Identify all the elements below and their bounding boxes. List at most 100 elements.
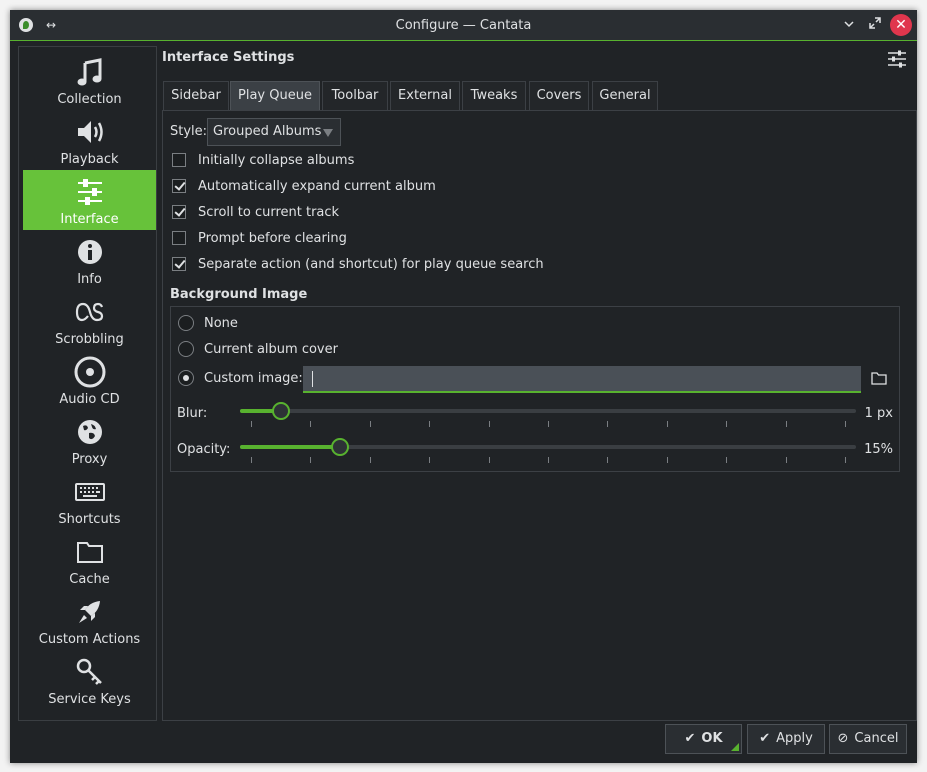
blur-label: Blur: — [177, 406, 208, 421]
folder-icon — [76, 542, 103, 563]
window-title: Configure — Cantata — [395, 18, 532, 33]
blur-value: 1 px — [864, 406, 893, 421]
check-icon: ✔ — [684, 731, 696, 746]
ok-button[interactable]: ✔ OK — [665, 724, 742, 754]
page-title: Interface Settings — [162, 50, 295, 65]
background-image-heading: Background Image — [170, 287, 308, 302]
radio-button[interactable] — [178, 315, 194, 331]
sidebar-item-label: Info — [77, 272, 102, 287]
slider-tick — [548, 457, 549, 463]
cd-icon — [74, 356, 105, 388]
chevron-down-icon — [844, 21, 854, 28]
close-button[interactable]: ✕ — [890, 14, 912, 36]
tab-covers[interactable]: Covers — [529, 81, 589, 110]
default-indicator — [731, 743, 739, 751]
opacity-slider-ticks — [251, 457, 846, 463]
radio-button[interactable] — [178, 341, 194, 357]
blur-slider-ticks — [251, 421, 846, 427]
opacity-label: Opacity: — [177, 442, 231, 457]
blur-slider-handle[interactable] — [272, 402, 290, 420]
sidebar-item-audio-cd[interactable]: Audio CD — [23, 350, 156, 410]
sidebar-item-cache[interactable]: Cache — [23, 530, 156, 590]
sidebar-item-custom-actions[interactable]: Custom Actions — [23, 590, 156, 650]
tab-general[interactable]: General — [592, 81, 658, 110]
slider-tick — [726, 457, 727, 463]
slider-tick — [667, 457, 668, 463]
sidebar-item-shortcuts[interactable]: Shortcuts — [23, 470, 156, 530]
slider-tick — [310, 421, 311, 427]
category-sidebar: Collection Playback Interface Info Scrob… — [18, 46, 157, 721]
maximize-icon — [869, 17, 881, 29]
checkbox[interactable] — [172, 257, 186, 271]
dropdown-arrow-icon — [323, 129, 333, 137]
sidebar-item-label: Proxy — [71, 452, 108, 467]
slider-tick — [845, 457, 846, 463]
globe-icon — [77, 420, 102, 444]
slider-tick — [548, 421, 549, 427]
tab-external[interactable]: External — [390, 81, 460, 110]
checkbox[interactable] — [172, 153, 186, 167]
check-icon: ✔ — [759, 731, 771, 746]
slider-tick — [489, 457, 490, 463]
sidebar-item-label: Scrobbling — [55, 332, 124, 347]
sidebar-item-label: Custom Actions — [38, 632, 141, 647]
slider-tick — [251, 421, 252, 427]
sidebar-item-label: Collection — [57, 92, 122, 107]
keyboard-icon — [74, 483, 105, 501]
blur-slider[interactable] — [240, 402, 856, 420]
slider-tick — [251, 457, 252, 463]
sidebar-item-label: Playback — [60, 152, 119, 167]
slider-tick — [845, 421, 846, 427]
sidebar-item-scrobbling[interactable]: Scrobbling — [23, 290, 156, 350]
apply-button[interactable]: ✔ Apply — [747, 724, 825, 754]
key-icon — [76, 658, 102, 685]
opacity-value: 15% — [864, 442, 893, 457]
configure-window: ↔ Configure — Cantata ✕ Collection Playb… — [10, 10, 917, 763]
sidebar-item-label: Audio CD — [59, 392, 120, 407]
sidebar-item-label: Interface — [60, 212, 119, 227]
sidebar-item-interface[interactable]: Interface — [23, 170, 156, 230]
tab-tweaks[interactable]: Tweaks — [462, 81, 526, 110]
checkbox[interactable] — [172, 231, 186, 245]
slider-tick — [370, 457, 371, 463]
maximize-button[interactable] — [864, 14, 886, 36]
info-icon — [77, 240, 102, 264]
settings-sliders-icon — [888, 50, 906, 68]
opacity-slider-handle[interactable] — [331, 438, 349, 456]
slider-tick — [607, 457, 608, 463]
lastfm-icon — [75, 302, 103, 322]
titlebar: ↔ Configure — Cantata ✕ — [10, 10, 917, 41]
style-label: Style: — [170, 124, 208, 139]
tab-toolbar[interactable]: Toolbar — [322, 81, 388, 110]
tab-sidebar[interactable]: Sidebar — [163, 81, 229, 110]
sidebar-item-info[interactable]: Info — [23, 230, 156, 290]
custom-image-path-input[interactable] — [303, 366, 861, 393]
checkbox[interactable] — [172, 179, 186, 193]
slider-tick — [370, 421, 371, 427]
slider-tick — [429, 421, 430, 427]
music-note-icon — [77, 58, 101, 86]
sidebar-item-playback[interactable]: Playback — [23, 110, 156, 170]
minimize-button[interactable] — [838, 14, 860, 36]
speaker-icon — [77, 121, 103, 143]
tab-play-queue[interactable]: Play Queue — [230, 81, 320, 110]
slider-tick — [489, 421, 490, 427]
style-dropdown-value: Grouped Albums — [213, 124, 322, 139]
sidebar-item-collection[interactable]: Collection — [23, 50, 156, 110]
sidebar-item-proxy[interactable]: Proxy — [23, 410, 156, 470]
sidebar-item-label: Shortcuts — [58, 512, 121, 527]
checkbox[interactable] — [172, 205, 186, 219]
slider-tick — [786, 421, 787, 427]
text-caret — [312, 371, 313, 387]
style-dropdown[interactable]: Grouped Albums — [207, 118, 341, 146]
radio-button[interactable] — [178, 370, 194, 386]
sliders-icon — [77, 179, 102, 205]
opacity-slider-fill — [240, 445, 340, 449]
slider-tick — [786, 457, 787, 463]
sidebar-item-label: Cache — [69, 572, 110, 587]
browse-folder-icon[interactable] — [871, 371, 887, 385]
cancel-button[interactable]: ⊘ Cancel — [829, 724, 907, 754]
sidebar-item-service-keys[interactable]: Service Keys — [23, 650, 156, 710]
opacity-slider[interactable] — [240, 438, 856, 456]
cancel-icon: ⊘ — [837, 731, 849, 746]
